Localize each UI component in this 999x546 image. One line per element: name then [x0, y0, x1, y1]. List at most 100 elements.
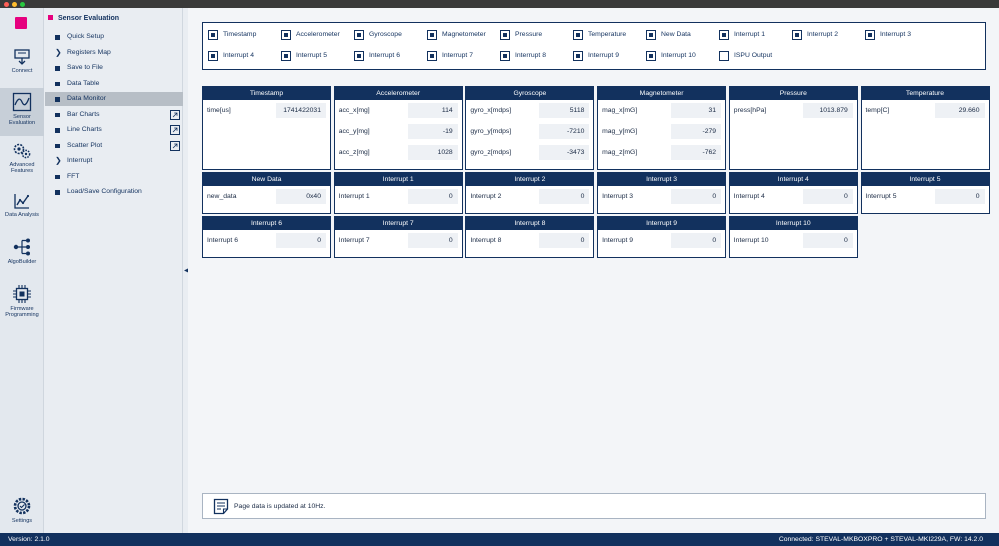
rail-item-sensor-evaluation[interactable]: Sensor Evaluation — [0, 88, 44, 136]
card-timestamp: Timestamp time[us] 1741422031 — [202, 86, 331, 170]
field-label: gyro_y[mdps] — [470, 128, 512, 135]
close-window-button[interactable] — [4, 1, 9, 7]
checkbox-box[interactable] — [646, 30, 656, 40]
data-analysis-icon — [14, 194, 30, 209]
checkbox-label: Interrupt 10 — [661, 52, 696, 59]
checkbox-box[interactable] — [719, 51, 729, 61]
checkbox-label: Interrupt 6 — [369, 52, 400, 59]
checkbox-label: Timestamp — [223, 31, 257, 38]
checkbox-box[interactable] — [573, 30, 583, 40]
card-row: mag_z[mG] -762 — [598, 142, 725, 163]
rail-label: Data Analysis — [5, 212, 39, 218]
menu-item-line-charts[interactable]: Line Charts — [45, 123, 183, 137]
menu-item-quick-setup[interactable]: Quick Setup — [45, 30, 183, 44]
checkbox-box[interactable] — [427, 51, 437, 61]
rail-item-settings[interactable]: Settings — [0, 492, 44, 536]
field-value: 0 — [276, 233, 326, 248]
field-label: acc_y[mg] — [338, 128, 370, 135]
field-value: 0x40 — [276, 189, 326, 204]
field-label: Interrupt 5 — [865, 193, 897, 200]
menu-item-registers-map[interactable]: ❯ Registers Map — [45, 46, 183, 60]
card-title: Gyroscope — [466, 87, 594, 100]
menu-item-scatter-plot[interactable]: Scatter Plot — [45, 139, 183, 153]
checkbox-box[interactable] — [427, 30, 437, 40]
update-rate-note: Page data is updated at 10Hz. — [202, 493, 986, 519]
menu-item-label: Interrupt — [67, 157, 93, 164]
menu-item-data-table[interactable]: Data Table — [45, 77, 183, 91]
card-row: press[hPa] 1013.879 — [730, 100, 857, 121]
menu-title-text: Sensor Evaluation — [58, 15, 120, 22]
chip-icon — [13, 285, 31, 303]
field-label: mag_y[mG] — [602, 128, 638, 135]
menu-item-bar-charts[interactable]: Bar Charts — [45, 108, 183, 122]
checkbox-box[interactable] — [792, 30, 802, 40]
card-interrupt-8: Interrupt 8 Interrupt 8 0 — [465, 216, 595, 258]
section-marker-icon — [48, 15, 53, 20]
field-value: -7210 — [539, 124, 590, 139]
field-value: 0 — [539, 233, 590, 248]
minimize-window-button[interactable] — [12, 1, 17, 7]
card-row: gyro_y[mdps] -7210 — [466, 121, 593, 142]
card-row: temp[C] 29.660 — [862, 100, 989, 121]
open-external-icon[interactable] — [170, 109, 180, 120]
checkbox-box[interactable] — [500, 51, 510, 61]
menu-item-fft[interactable]: FFT — [45, 170, 183, 184]
card-pressure: Pressure press[hPa] 1013.879 — [728, 86, 858, 170]
menu-item-interrupt[interactable]: ❯ Interrupt — [45, 154, 183, 168]
menu-item-label: Data Table — [67, 79, 100, 87]
menu-item-data-monitor[interactable]: Data Monitor — [45, 92, 183, 106]
menu-item-load-save-configuration[interactable]: Load/Save Configuration — [45, 185, 183, 199]
menu-item-save-to-file[interactable]: Save to File — [45, 61, 183, 75]
window-title-bar — [0, 0, 999, 8]
card-interrupt-2: Interrupt 2 Interrupt 2 0 — [465, 172, 595, 214]
checkbox-box[interactable] — [208, 30, 218, 40]
menu-item-label: Registers Map — [67, 48, 111, 56]
rail-item-data-analysis[interactable]: Data Analysis — [0, 188, 44, 232]
rail-item-algobuilder[interactable]: AlgoBuilder — [0, 233, 44, 277]
card-magnetometer: Magnetometer mag_x[mG] 31 mag_y[mG] -279 mag_… — [597, 86, 727, 170]
checkbox-box[interactable] — [719, 30, 729, 40]
bullet-icon — [55, 66, 60, 71]
bullet-icon — [55, 174, 60, 179]
field-value: 31 — [671, 103, 722, 118]
version-label: Version: 2.1.0 — [8, 536, 50, 543]
card-interrupt-9: Interrupt 9 Interrupt 9 0 — [597, 216, 727, 258]
card-title: Interrupt 7 — [334, 217, 462, 230]
gears-icon — [13, 143, 31, 159]
card-temperature: Temperature temp[C] 29.660 — [860, 86, 990, 170]
menu-title: Sensor Evaluation — [48, 15, 119, 22]
checkbox-box[interactable] — [281, 51, 291, 61]
rail-item-connect[interactable]: Connect — [0, 44, 44, 88]
card-row: Interrupt 7 0 — [335, 230, 462, 251]
checkbox-box[interactable] — [281, 30, 291, 40]
checkbox-box[interactable] — [354, 51, 364, 61]
card-title: Timestamp — [203, 87, 330, 100]
field-value: 5118 — [539, 103, 590, 118]
checkbox-label: ISPU Output — [734, 52, 773, 59]
checkbox-label: Interrupt 3 — [880, 31, 911, 38]
checkbox-box[interactable] — [500, 30, 510, 40]
menu-item-label: Bar Charts — [67, 110, 100, 118]
checkbox-box[interactable] — [865, 30, 875, 40]
note-icon — [213, 498, 229, 515]
field-label: gyro_x[mdps] — [470, 107, 512, 114]
rail-item-advanced-features[interactable]: Advanced Features — [0, 138, 44, 182]
rail-item-firmware-programming[interactable]: Firmware Programming — [0, 280, 44, 324]
checkbox-label: Interrupt 2 — [807, 31, 838, 38]
field-value: -279 — [671, 124, 722, 139]
checkbox-box[interactable] — [354, 30, 364, 40]
field-label: mag_z[mG] — [602, 149, 638, 156]
menu-item-label: Data Monitor — [67, 95, 106, 102]
open-external-icon[interactable] — [170, 140, 180, 151]
open-external-icon[interactable] — [170, 125, 180, 135]
zoom-window-button[interactable] — [20, 1, 25, 7]
card-title: Temperature — [861, 87, 989, 100]
checkbox-box[interactable] — [208, 51, 218, 61]
st-logo-icon — [15, 17, 27, 29]
checkbox-box[interactable] — [646, 51, 656, 61]
checkbox-label: Interrupt 5 — [296, 52, 327, 59]
field-value: 0 — [539, 189, 590, 204]
card-interrupt-3: Interrupt 3 Interrupt 3 0 — [597, 172, 727, 214]
checkbox-box[interactable] — [573, 51, 583, 61]
field-label: Interrupt 9 — [602, 237, 634, 244]
